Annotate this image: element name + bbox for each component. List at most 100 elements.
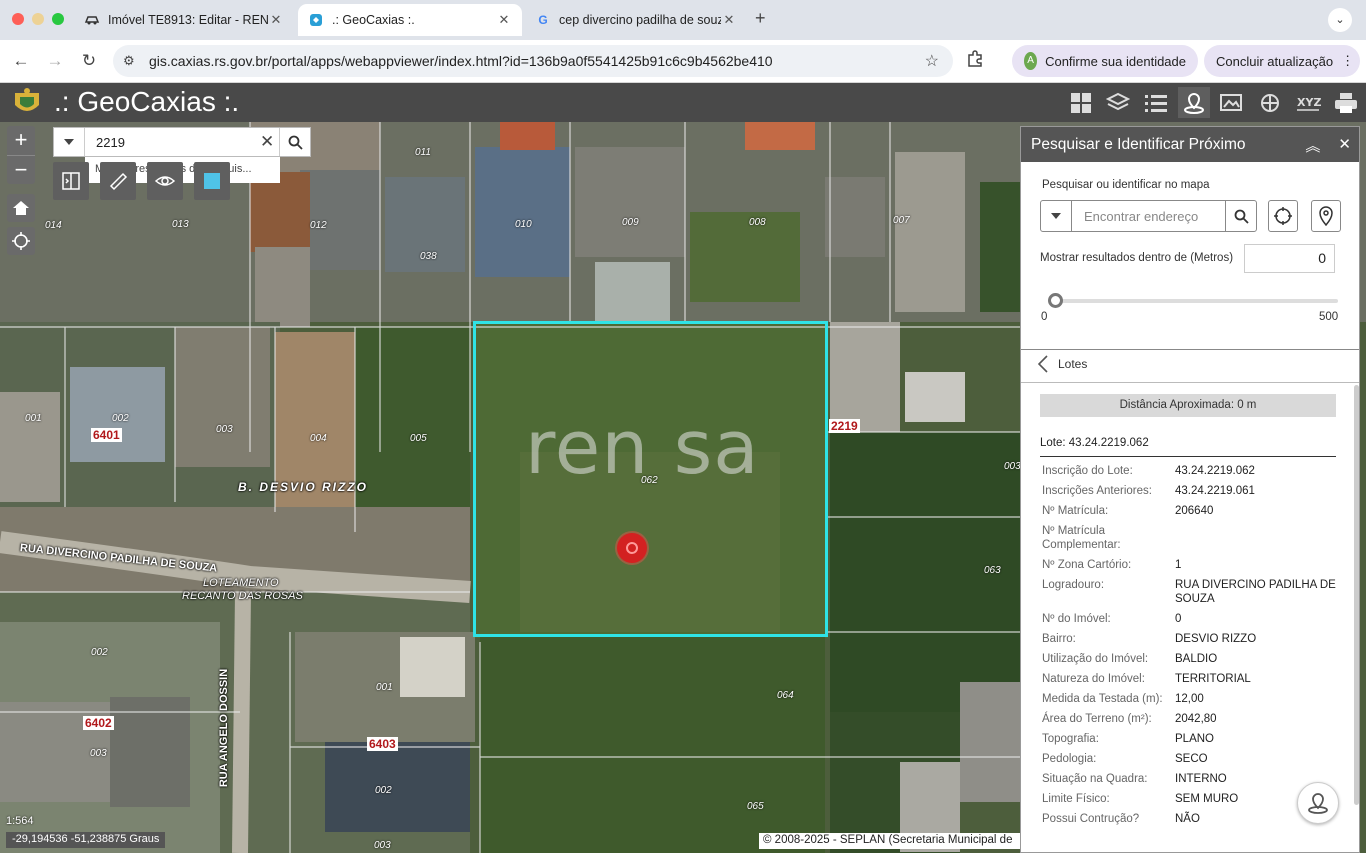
location-marker-icon[interactable]	[617, 533, 647, 563]
menu-icon: ⋮	[1341, 53, 1355, 68]
locate-button[interactable]	[1268, 200, 1298, 232]
new-tab-button[interactable]: +	[755, 8, 766, 29]
lot-label: 013	[172, 219, 189, 230]
tab-imovel[interactable]: Imóvel TE8913: Editar - RENA ✕	[74, 4, 294, 36]
zoom-control: + −	[7, 126, 35, 184]
bookmark-star-icon[interactable]: ☆	[925, 51, 939, 71]
address-input[interactable]: Encontrar endereço	[1084, 209, 1198, 224]
forward-icon[interactable]: →	[44, 50, 66, 72]
layers-icon[interactable]	[1102, 87, 1134, 118]
identity-button[interactable]: A Confirme sua identidade	[1012, 45, 1198, 77]
update-button[interactable]: Concluir atualização ⋮	[1204, 45, 1360, 77]
visibility-tool-button[interactable]	[147, 162, 183, 200]
search-button[interactable]	[279, 128, 310, 156]
chevron-left-icon	[1038, 355, 1048, 373]
search-input[interactable]: 2219	[96, 135, 125, 150]
tab-label: .: GeoCaxias :.	[332, 13, 415, 27]
attribute-value: 12,00	[1175, 693, 1204, 705]
street-label: RECANTO DAS ROSAS	[182, 590, 303, 602]
zoom-in-button[interactable]: +	[7, 126, 35, 155]
ruler-icon	[109, 172, 128, 191]
reload-icon[interactable]: ↻	[78, 50, 100, 72]
tab-label: cep divercino padilha de souz	[559, 13, 721, 27]
distance-label: Mostrar resultados dentro de (Metros)	[1040, 252, 1234, 264]
block-label: 6403	[367, 737, 398, 751]
close-icon[interactable]: ✕	[268, 12, 284, 28]
zoom-out-button[interactable]: −	[7, 155, 35, 184]
map-search: 2219 ✕	[53, 127, 311, 157]
tab-geocaxias[interactable]: .: GeoCaxias :. ✕	[298, 4, 522, 36]
back-icon[interactable]: ←	[10, 50, 32, 72]
tab-search-button[interactable]: ⌄	[1328, 8, 1352, 32]
url-field[interactable]: ⚙ gis.caxias.rs.gov.br/portal/apps/webap…	[113, 45, 953, 77]
block-label: 6402	[83, 716, 114, 730]
attribute-key: Nº Zona Cartório:	[1042, 559, 1132, 571]
search-nearby-icon[interactable]	[1178, 87, 1210, 118]
lot-label: 005	[410, 433, 427, 444]
slider-min-label: 0	[1041, 311, 1048, 323]
basemap-tool-button[interactable]	[194, 162, 230, 200]
lot-label: 003	[216, 424, 233, 435]
lot-label: 012	[310, 220, 327, 231]
block-label: 2219	[829, 419, 860, 433]
selected-parcel[interactable]	[473, 321, 828, 637]
collapse-icon[interactable]: ︽	[1305, 135, 1320, 156]
search-source-dropdown[interactable]	[54, 128, 85, 156]
panel-header: Pesquisar e Identificar Próximo ︽ ✕	[1021, 127, 1359, 162]
attribute-key: Natureza do Imóvel:	[1042, 673, 1145, 685]
panel-scrollbar[interactable]	[1354, 385, 1359, 805]
distance-slider-handle[interactable]	[1048, 293, 1063, 308]
close-icon[interactable]: ✕	[1338, 135, 1351, 156]
clear-icon[interactable]: ✕	[260, 132, 274, 152]
close-icon[interactable]: ✕	[721, 12, 737, 28]
attribute-value: 2042,80	[1175, 713, 1217, 725]
attribute-key: Nº do Imóvel:	[1042, 613, 1111, 625]
distance-input[interactable]: 0	[1244, 244, 1335, 273]
tab-google[interactable]: G cep divercino padilha de souz ✕	[525, 4, 747, 36]
distance-slider-track[interactable]	[1054, 299, 1338, 303]
browser-tabbar: Imóvel TE8913: Editar - RENA ✕ .: GeoCax…	[0, 0, 1366, 40]
close-icon[interactable]: ✕	[496, 12, 512, 28]
attribute-row: Pedologia: SECO	[1042, 752, 1352, 766]
lot-label: 008	[749, 217, 766, 228]
print-icon[interactable]	[1330, 87, 1362, 118]
back-to-lotes-button[interactable]: Lotes	[1038, 355, 1087, 373]
minimize-window-button[interactable]	[32, 13, 44, 25]
search-nearby-fab[interactable]	[1297, 782, 1339, 824]
attribution: © 2008-2025 - SEPLAN (Secretaria Municip…	[759, 833, 1020, 849]
gallery-icon[interactable]	[1216, 87, 1248, 118]
city-logo	[10, 87, 44, 118]
attribute-key: Possui Contrução?	[1042, 813, 1140, 825]
lot-label: 063	[984, 565, 1001, 576]
xyz-icon[interactable]: XYZ	[1292, 87, 1324, 118]
chevron-down-icon	[1051, 213, 1061, 219]
attribute-row: Logradouro: RUA DIVERCINO PADILHA DE SOUZ…	[1042, 578, 1352, 606]
address-search-button[interactable]	[1225, 201, 1256, 231]
attribute-key: Medida da Testada (m):	[1042, 693, 1163, 705]
home-button[interactable]	[7, 194, 35, 222]
list-icon[interactable]	[1140, 87, 1172, 118]
pick-location-button[interactable]	[1311, 200, 1341, 232]
grid-icon[interactable]	[1065, 87, 1097, 118]
attribute-row: Área do Terreno (m²): 2042,80	[1042, 712, 1352, 726]
tools-icon[interactable]	[1254, 87, 1286, 118]
swipe-tool-button[interactable]	[53, 162, 89, 200]
measure-tool-button[interactable]	[100, 162, 136, 200]
attribute-value: 43.24.2219.061	[1175, 485, 1255, 497]
back-label: Lotes	[1058, 357, 1088, 371]
my-location-button[interactable]	[7, 227, 35, 255]
address-source-dropdown[interactable]	[1041, 201, 1072, 231]
coordinates-readout: -29,194536 -51,238875 Graus	[6, 832, 166, 848]
maximize-window-button[interactable]	[52, 13, 64, 25]
divider	[1021, 382, 1359, 383]
lot-label: 002	[375, 785, 392, 796]
site-settings-icon[interactable]: ⚙	[123, 53, 135, 69]
attribute-value	[1175, 524, 1352, 552]
extensions-icon[interactable]	[966, 50, 984, 73]
scale-label: 1:564	[6, 815, 34, 827]
close-window-button[interactable]	[12, 13, 24, 25]
geo-icon	[308, 12, 324, 28]
map-pin-icon	[1319, 206, 1333, 226]
attribute-row: Bairro: DESVIO RIZZO	[1042, 632, 1352, 646]
lot-label: 064	[777, 690, 794, 701]
